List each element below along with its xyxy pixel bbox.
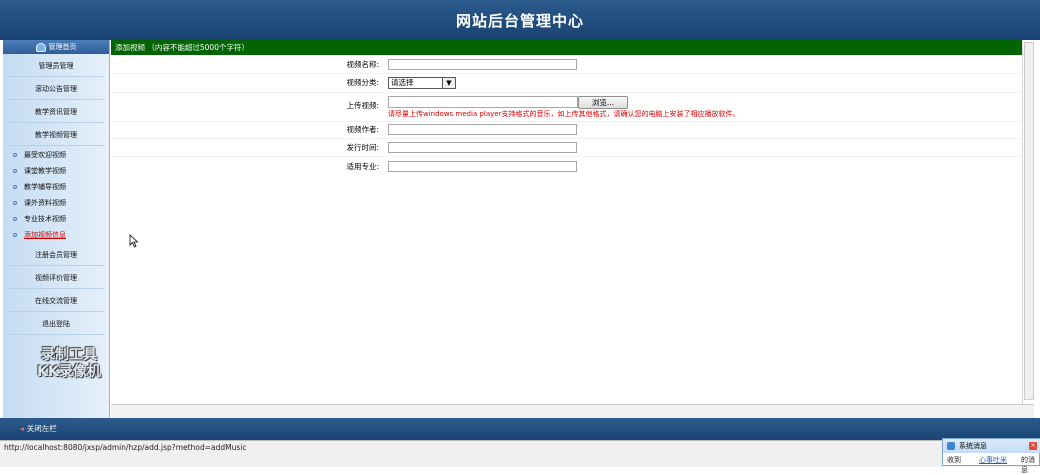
popup-message-text: 的消息 [1021, 456, 1035, 474]
home-icon [35, 42, 46, 52]
upload-video-input[interactable] [388, 96, 578, 108]
popup-sender-link[interactable]: 心事吐米 [979, 455, 1007, 465]
upload-video-label: 上传视频: [346, 101, 379, 110]
status-url: http://localhost:8080/jxsp/admin/hzp/add… [4, 443, 247, 452]
video-name-input[interactable] [388, 59, 577, 70]
row-divider [111, 156, 1022, 157]
video-author-input[interactable] [388, 124, 577, 135]
page-title: 网站后台管理中心 [455, 12, 584, 30]
applicable-major-label: 适用专业: [346, 162, 379, 171]
close-left-panel-button[interactable]: ◂ 关闭左栏 [20, 422, 57, 436]
sidebar-subitem-tutoring[interactable]: 教学辅导视频 [13, 181, 66, 193]
sidebar-item-news[interactable]: 教学资讯管理 [8, 102, 104, 123]
horizontal-scrollbar[interactable] [111, 404, 1034, 418]
recorder-watermark: 录制工具 KK录像机 [24, 347, 114, 381]
bullet-icon [13, 169, 17, 173]
bottom-bar [0, 418, 1040, 440]
bullet-icon [13, 153, 17, 157]
bullet-icon [13, 201, 17, 205]
subitem-label: 课堂教学视频 [24, 167, 66, 175]
sidebar-home-label: 管理首页 [48, 43, 77, 51]
bullet-icon [13, 217, 17, 221]
subitem-label: 专业技术视频 [24, 215, 66, 223]
row-divider [111, 121, 1022, 122]
subitem-label: 课外资料视频 [24, 199, 66, 207]
message-icon [947, 442, 955, 450]
mouse-cursor-icon [129, 234, 139, 248]
watermark-line: KK录像机 [37, 364, 101, 380]
popup-title-text: 系统消息 [959, 442, 987, 450]
video-category-label: 视频分类: [346, 78, 379, 87]
close-icon[interactable]: × [1029, 442, 1037, 450]
video-name-label: 视频名称: [346, 60, 379, 69]
popup-title: 系统消息 [943, 439, 1040, 453]
applicable-major-input[interactable] [388, 161, 577, 172]
popup-received: 收到 [947, 456, 961, 464]
system-message-popup[interactable]: 系统消息 × 收到 心事吐米 的消息 [942, 438, 1040, 474]
subitem-label: 最受欢迎视频 [24, 151, 66, 159]
subitem-label: 添加视频信息 [24, 231, 66, 239]
sidebar-item-chat[interactable]: 在线交流管理 [8, 291, 104, 312]
close-left-label: 关闭左栏 [26, 424, 57, 433]
release-time-label: 发行时间: [346, 143, 379, 152]
row-divider [111, 138, 1022, 139]
vertical-scrollbar[interactable] [1022, 40, 1035, 404]
sidebar-subitem-classroom[interactable]: 课堂教学视频 [13, 165, 66, 177]
video-category-select[interactable]: 请选择 ▼ [388, 77, 456, 89]
scrollbar-thumb[interactable] [1024, 42, 1034, 400]
sidebar-item-video[interactable]: 教学视频管理 [8, 125, 104, 146]
sidebar-subitem-extracurricular[interactable]: 课外资料视频 [13, 197, 66, 209]
sidebar-item-admin[interactable]: 管理员管理 [8, 56, 104, 77]
subitem-label: 教学辅导视频 [24, 183, 66, 191]
sidebar-subitem-technical[interactable]: 专业技术视频 [13, 213, 66, 225]
main-content: 添加视频 （内容不能超过5000个字符） 视频名称: 视频分类: 请选择 ▼ 上… [111, 40, 1022, 404]
row-divider [111, 73, 1022, 74]
sidebar-subitem-popular[interactable]: 最受欢迎视频 [13, 149, 66, 161]
bullet-icon [13, 233, 17, 237]
browse-button[interactable]: 浏览... [578, 96, 628, 109]
bullet-icon [13, 185, 17, 189]
sidebar-item-members[interactable]: 注册会员管理 [8, 245, 104, 266]
upload-hint-text: 请尽量上传windows media player支持格式的音乐，如上传其他格式… [388, 110, 740, 118]
sidebar-item-logout[interactable]: 退出登陆 [8, 314, 104, 335]
arrow-left-icon: ◂ [20, 424, 24, 433]
watermark-line: 录制工具 [41, 347, 97, 363]
release-time-input[interactable] [388, 142, 577, 153]
sidebar-item-reviews[interactable]: 视频评价管理 [8, 268, 104, 289]
form-title-bar: 添加视频 （内容不能超过5000个字符） [111, 40, 1022, 55]
sidebar-item-announcement[interactable]: 滚动公告管理 [8, 79, 104, 100]
chevron-down-icon: ▼ [442, 78, 455, 88]
sidebar-home[interactable]: 管理首页 [3, 40, 109, 54]
video-author-label: 视频作者: [346, 125, 379, 134]
category-selected-value: 请选择 [391, 78, 414, 87]
sidebar-subitem-add-video[interactable]: 添加视频信息 [13, 229, 66, 241]
row-divider [111, 92, 1022, 93]
